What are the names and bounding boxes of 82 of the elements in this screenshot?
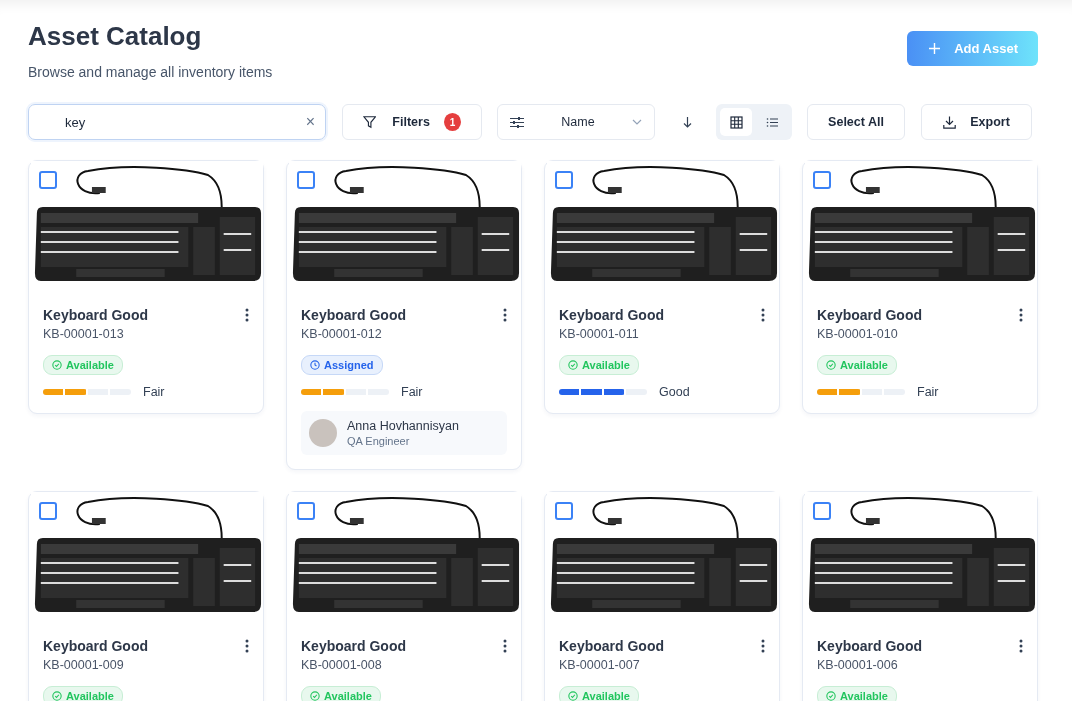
list-icon	[765, 115, 779, 129]
asset-card[interactable]: Keyboard Good KB-00001-008 Available	[286, 491, 522, 701]
asset-card[interactable]: Keyboard Good KB-00001-006 Available	[802, 491, 1038, 701]
select-all-button[interactable]: Select All	[807, 104, 905, 140]
more-icon[interactable]	[503, 639, 507, 653]
condition-label: Fair	[917, 385, 939, 399]
sort-value: Name	[561, 115, 595, 129]
asset-card[interactable]: Keyboard Good KB-00001-007 Available	[544, 491, 780, 701]
asset-card[interactable]: Keyboard Good KB-00001-010 Available Fair	[802, 160, 1038, 414]
asset-name: Keyboard Good	[301, 307, 406, 323]
download-icon	[943, 115, 957, 129]
filter-count-badge: 1	[443, 113, 461, 131]
asset-code: KB-00001-012	[301, 327, 383, 341]
status-label: Available	[66, 359, 114, 371]
export-button[interactable]: Export	[921, 104, 1032, 140]
asset-code: KB-00001-011	[559, 327, 640, 341]
select-checkbox[interactable]	[813, 502, 831, 520]
status-label: Available	[840, 690, 888, 701]
filter-icon	[363, 115, 377, 129]
page-subtitle: Browse and manage all inventory items	[28, 64, 273, 80]
status-label: Available	[840, 359, 888, 371]
check-circle-icon	[568, 360, 578, 370]
select-checkbox[interactable]	[39, 502, 57, 520]
avatar	[309, 419, 337, 447]
asset-code: KB-00001-008	[301, 658, 383, 672]
status-label: Assigned	[324, 359, 374, 371]
clock-icon	[310, 360, 320, 370]
asset-code: KB-00001-009	[43, 658, 125, 672]
asset-card[interactable]: Keyboard Good KB-00001-011 Available Good	[544, 160, 780, 414]
asset-name: Keyboard Good	[559, 638, 664, 654]
asset-code: KB-00001-006	[817, 658, 899, 672]
status-label: Available	[582, 690, 630, 701]
arrow-down-icon[interactable]	[683, 116, 692, 128]
asset-name: Keyboard Good	[559, 307, 664, 323]
plus-icon	[929, 43, 941, 54]
more-icon[interactable]	[245, 639, 249, 653]
select-checkbox[interactable]	[297, 171, 315, 189]
asset-name: Keyboard Good	[817, 638, 922, 654]
asset-code: KB-00001-013	[43, 327, 125, 341]
search-field[interactable]: key ×	[28, 104, 326, 140]
status-label: Available	[66, 690, 114, 701]
chevron-down-icon	[632, 119, 642, 125]
more-icon[interactable]	[761, 308, 765, 322]
check-circle-icon	[52, 691, 62, 701]
asset-name: Keyboard Good	[817, 307, 922, 323]
more-icon[interactable]	[245, 308, 249, 322]
grid-view-button[interactable]	[720, 108, 752, 136]
condition-label: Fair	[143, 385, 165, 399]
sliders-icon	[510, 115, 524, 129]
check-circle-icon	[826, 360, 836, 370]
status-label: Available	[582, 359, 630, 371]
asset-card[interactable]: Keyboard Good KB-00001-009 Available	[28, 491, 264, 701]
check-circle-icon	[568, 691, 578, 701]
select-checkbox[interactable]	[813, 171, 831, 189]
condition-label: Fair	[401, 385, 423, 399]
more-icon[interactable]	[761, 639, 765, 653]
select-checkbox[interactable]	[297, 502, 315, 520]
grid-icon	[729, 115, 743, 129]
asset-card[interactable]: Keyboard Good KB-00001-012 Assigned Fair Anna Hovhannisyan QA Engineer	[286, 160, 522, 470]
select-checkbox[interactable]	[39, 171, 57, 189]
sort-dropdown[interactable]: Name	[497, 104, 655, 140]
clear-button[interactable]: ×	[305, 113, 315, 131]
filters-button[interactable]: Filters 1	[342, 104, 482, 140]
asset-code: KB-00001-010	[817, 327, 899, 341]
asset-card[interactable]: Keyboard Good KB-00001-013 Available Fair	[28, 160, 264, 414]
check-circle-icon	[52, 360, 62, 370]
select-checkbox[interactable]	[555, 502, 573, 520]
assignee-name: Anna Hovhannisyan	[347, 419, 459, 433]
more-icon[interactable]	[503, 308, 507, 322]
check-circle-icon	[310, 691, 320, 701]
status-label: Available	[324, 690, 372, 701]
select-checkbox[interactable]	[555, 171, 573, 189]
asset-name: Keyboard Good	[301, 638, 406, 654]
asset-name: Keyboard Good	[43, 307, 148, 323]
more-icon[interactable]	[1019, 639, 1023, 653]
page-title: Asset Catalog	[28, 20, 203, 52]
asset-code: KB-00001-007	[559, 658, 641, 672]
asset-name: Keyboard Good	[43, 638, 148, 654]
more-icon[interactable]	[1019, 308, 1023, 322]
assignee-role: QA Engineer	[347, 435, 411, 447]
check-circle-icon	[826, 691, 836, 701]
condition-label: Good	[659, 385, 690, 399]
